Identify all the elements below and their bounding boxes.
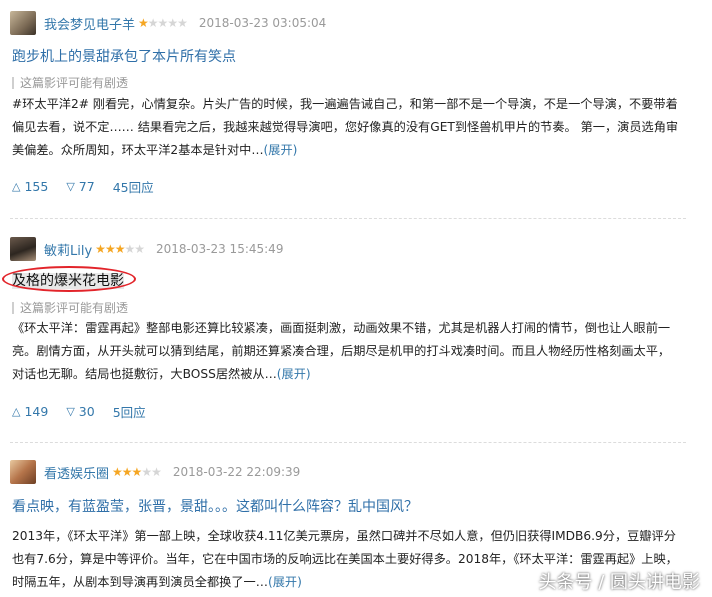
username-link[interactable]: 我会梦见电子羊 <box>44 14 135 33</box>
review-time: 2018-03-23 15:45:49 <box>156 242 284 256</box>
star-empty-icon: ★ <box>157 16 169 30</box>
spoiler-note: 这篇影评可能有剧透 <box>12 77 128 89</box>
downvote-button[interactable]: ▽ 30 <box>66 404 94 419</box>
downvote-button[interactable]: ▽ 77 <box>66 179 94 194</box>
review-body: 《环太平洋：雷霆再起》整部电影还算比较紧凑，画面挺刺激，动画效果不错，尤其是机器… <box>12 317 682 386</box>
rating-stars: ★★★★★ <box>95 242 145 256</box>
expand-link[interactable]: (展开) <box>277 367 311 381</box>
avatar[interactable] <box>10 237 36 261</box>
watermark-text: 头条号 / 圆头讲电影 <box>538 572 700 593</box>
vote-bar: △ 149 ▽ 30 5回应 <box>12 400 146 422</box>
review-time: 2018-03-22 22:09:39 <box>172 465 301 479</box>
star-empty-icon: ★ <box>151 465 162 479</box>
replies-link[interactable]: 5回应 <box>113 402 146 421</box>
expand-link[interactable]: (展开) <box>268 575 302 589</box>
upvote-button[interactable]: △ 149 <box>12 404 48 419</box>
star-empty-icon: ★ <box>141 465 152 479</box>
star-filled-icon: ★ <box>114 242 126 256</box>
downvote-count: 30 <box>78 403 95 419</box>
upvote-count: 149 <box>24 403 49 419</box>
star-empty-icon: ★ <box>147 16 159 30</box>
review-time: 2018-03-23 03:05:04 <box>198 16 327 30</box>
star-empty-icon: ★ <box>167 16 178 30</box>
up-arrow-icon: △ <box>12 404 21 418</box>
upvote-count: 155 <box>24 178 49 194</box>
upvote-button[interactable]: △ 155 <box>12 179 48 194</box>
rating-stars: ★★★★★ <box>112 465 162 479</box>
down-arrow-icon: ▽ <box>66 179 75 193</box>
star-filled-icon: ★ <box>104 242 116 256</box>
review-body-text: 《环太平洋：雷霆再起》整部电影还算比较紧凑，画面挺刺激，动画效果不错，尤其是机器… <box>12 321 671 381</box>
downvote-count: 77 <box>78 178 95 194</box>
review-header: 我会梦见电子羊 ★★★★★ 2018-03-23 03:05:04 <box>10 10 326 36</box>
vote-bar: △ 155 ▽ 77 45回应 <box>12 175 154 197</box>
down-arrow-icon: ▽ <box>66 404 75 418</box>
spoiler-note: 这篇影评可能有剧透 <box>12 302 128 314</box>
star-empty-icon: ★ <box>134 242 145 256</box>
star-empty-icon: ★ <box>124 242 135 256</box>
review-header: 看透娱乐圈 ★★★★★ 2018-03-22 22:09:39 <box>10 459 300 485</box>
review-body-text: #环太平洋2# 刚看完，心情复杂。片头广告的时候，我一遍遍告诫自己，和第一部不是… <box>12 97 679 157</box>
rating-stars: ★★★★★ <box>138 16 188 30</box>
review-body: #环太平洋2# 刚看完，心情复杂。片头广告的时候，我一遍遍告诫自己，和第一部不是… <box>12 93 682 162</box>
divider <box>10 218 686 219</box>
review-header: 敏莉Lily ★★★★★ 2018-03-23 15:45:49 <box>10 236 283 262</box>
username-link[interactable]: 敏莉Lily <box>44 240 92 259</box>
watermark: 头条号 / 圆头讲电影 <box>538 568 700 594</box>
review-title-link[interactable]: 跑步机上的景甜承包了本片所有笑点 <box>12 46 236 66</box>
star-filled-icon: ★ <box>138 16 149 30</box>
avatar[interactable] <box>10 11 36 35</box>
star-filled-icon: ★ <box>121 465 133 479</box>
avatar[interactable] <box>10 460 36 484</box>
expand-link[interactable]: (展开) <box>264 143 298 157</box>
highlight-circle <box>2 266 136 292</box>
star-filled-icon: ★ <box>95 242 106 256</box>
divider <box>10 442 686 443</box>
up-arrow-icon: △ <box>12 179 21 193</box>
star-filled-icon: ★ <box>131 465 143 479</box>
review-title-link[interactable]: 看点映，有蓝盈莹，张晋，景甜。。。这都叫什么阵容？乱中国风？ <box>12 496 418 516</box>
star-empty-icon: ★ <box>177 16 188 30</box>
username-link[interactable]: 看透娱乐圈 <box>44 463 109 482</box>
replies-link[interactable]: 45回应 <box>113 177 154 196</box>
star-filled-icon: ★ <box>112 465 123 479</box>
